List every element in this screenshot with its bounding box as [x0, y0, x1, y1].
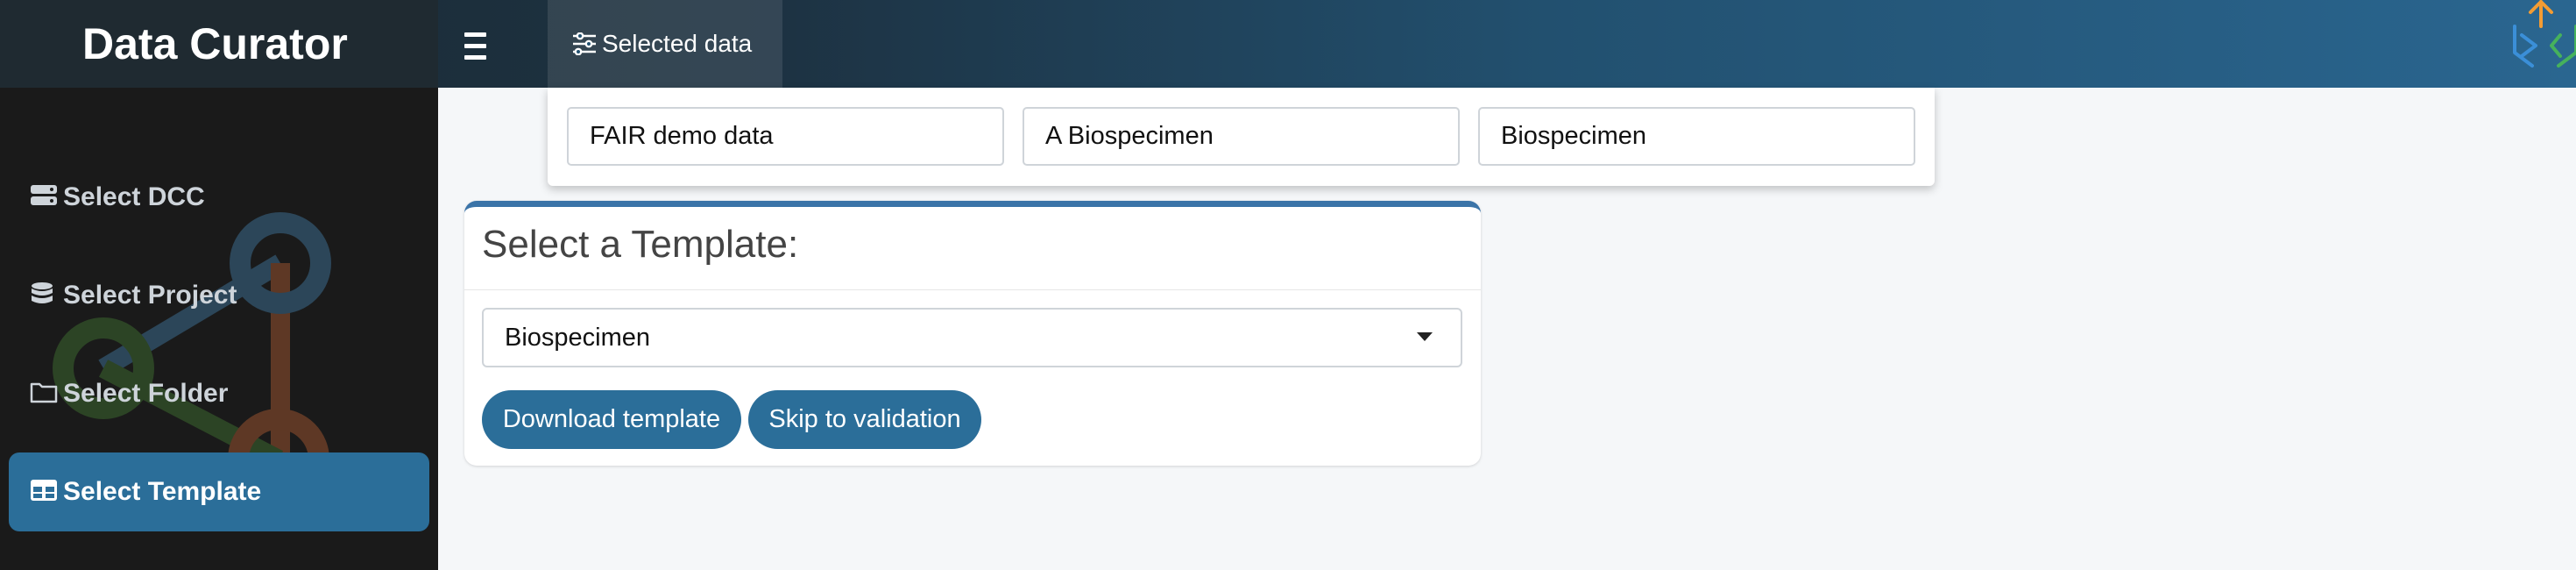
sidebar: Select DCC Select Project Select Folder … [0, 88, 438, 570]
hamburger-menu-icon[interactable] [456, 25, 494, 63]
select-template-card: Select a Template: Biospecimen Download … [464, 201, 1481, 466]
download-template-button[interactable]: Download template [482, 390, 741, 449]
sidebar-item-select-folder[interactable]: Select Folder [9, 354, 429, 433]
cube-logo-icon [2513, 0, 2576, 68]
selected-dcc-field[interactable]: FAIR demo data [567, 107, 1004, 166]
selected-data-label: Selected data [602, 30, 753, 57]
folder-icon [30, 382, 58, 403]
app-title: Data Curator [0, 0, 438, 88]
database-icon [32, 282, 53, 303]
sidebar-item-label: Select Template [63, 477, 262, 506]
skip-to-validation-button[interactable]: Skip to validation [748, 390, 981, 449]
chevron-down-icon [1417, 332, 1433, 341]
selected-data-panel: FAIR demo data A Biospecimen Biospecimen [548, 88, 1935, 186]
sidebar-item-label: Select Project [63, 281, 237, 310]
card-divider [464, 289, 1481, 290]
selected-project-field[interactable]: A Biospecimen [1023, 107, 1460, 166]
template-select[interactable]: Biospecimen [482, 308, 1462, 367]
card-title: Select a Template: [482, 223, 799, 266]
top-navbar: Data Curator Selected data [0, 0, 2576, 88]
table-icon [31, 480, 57, 501]
sidebar-item-label: Select Folder [63, 379, 229, 408]
server-icon [31, 185, 57, 205]
sidebar-item-select-project[interactable]: Select Project [9, 256, 429, 335]
selected-data-toggle[interactable]: Selected data [548, 0, 782, 88]
sidebar-item-select-dcc[interactable]: Select DCC [9, 158, 429, 237]
sidebar-item-select-template[interactable]: Select Template [9, 452, 429, 531]
selected-folder-field[interactable]: Biospecimen [1478, 107, 1915, 166]
sidebar-item-label: Select DCC [63, 182, 205, 211]
template-select-value: Biospecimen [505, 324, 651, 352]
sliders-icon [573, 32, 596, 56]
